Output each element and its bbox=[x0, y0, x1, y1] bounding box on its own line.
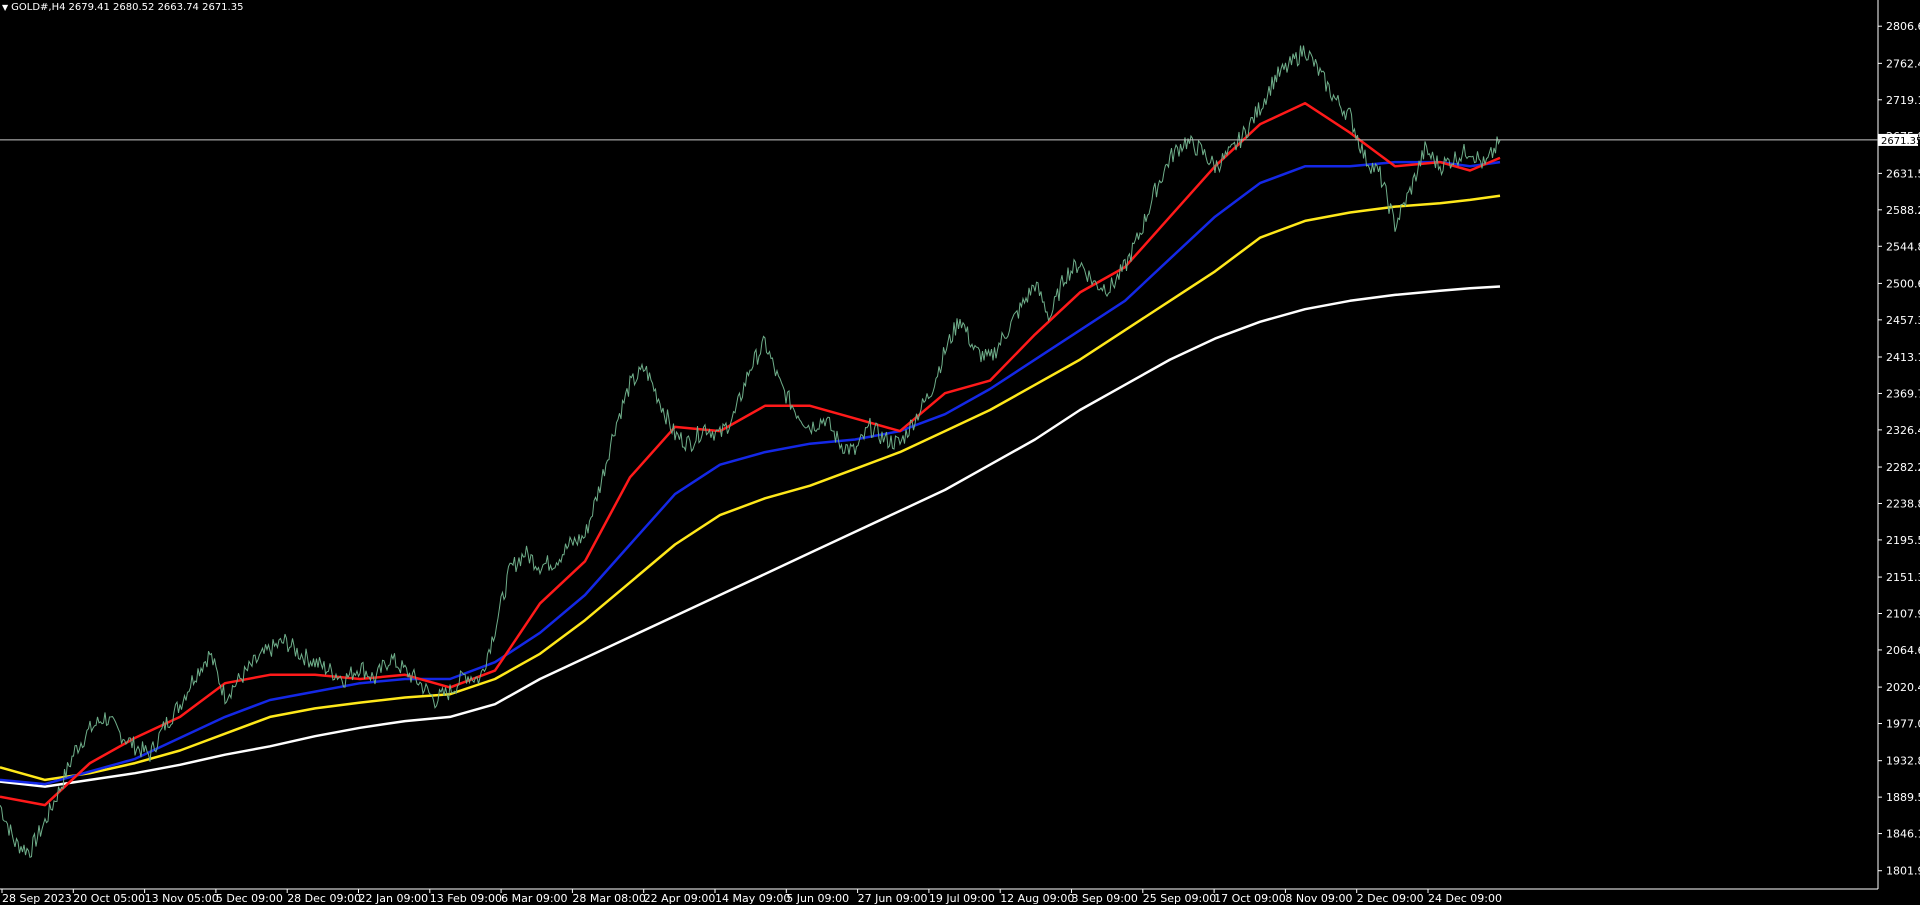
moving-average-line bbox=[0, 194, 1501, 782]
x-tick-label: 5 Dec 09:00 bbox=[216, 892, 283, 905]
y-tick-label: 2806.65 bbox=[1886, 20, 1920, 33]
y-tick-label: 2631.55 bbox=[1886, 167, 1920, 180]
time-axis: 28 Sep 2023 20 Oct 05:00 13 Nov 05:005 Dec… bbox=[0, 888, 1878, 905]
y-tick-label: 1801.95 bbox=[1886, 865, 1920, 878]
x-tick-label: 27 Jun 09:00 bbox=[858, 892, 928, 905]
x-tick-label: 28 Sep 2023 bbox=[2, 892, 72, 905]
x-tick-label: 20 Oct 05:00 bbox=[73, 892, 145, 905]
current-price-label: 2671.35 bbox=[1881, 136, 1920, 147]
y-tick-label: 2369.75 bbox=[1886, 387, 1920, 400]
x-tick-label: 13 Feb 09:00 bbox=[430, 892, 502, 905]
x-tick-label: 8 Nov 09:00 bbox=[1285, 892, 1352, 905]
x-tick-label: 2 Dec 09:00 bbox=[1357, 892, 1424, 905]
y-tick-label: 2195.50 bbox=[1886, 534, 1920, 547]
y-tick-label: 2020.40 bbox=[1886, 681, 1920, 694]
y-tick-label: 1846.15 bbox=[1886, 828, 1920, 841]
y-tick-label: 2238.85 bbox=[1886, 497, 1920, 510]
y-tick-label: 2107.95 bbox=[1886, 608, 1920, 621]
x-tick-label: 22 Apr 09:00 bbox=[644, 892, 716, 905]
moving-average-line bbox=[0, 160, 1501, 786]
moving-average-line bbox=[0, 285, 1501, 788]
x-tick-label: 25 Sep 09:00 bbox=[1143, 892, 1216, 905]
x-tick-label: 24 Dec 09:00 bbox=[1428, 892, 1502, 905]
x-tick-label: 14 May 09:00 bbox=[715, 892, 790, 905]
y-tick-label: 2457.30 bbox=[1886, 314, 1920, 327]
y-tick-label: 1889.50 bbox=[1886, 791, 1920, 804]
y-tick-label: 2544.85 bbox=[1886, 240, 1920, 253]
y-tick-label: 2282.20 bbox=[1886, 461, 1920, 474]
price-series bbox=[0, 45, 1501, 858]
x-tick-label: 22 Jan 09:00 bbox=[359, 892, 429, 905]
y-tick-label: 2500.65 bbox=[1886, 277, 1920, 290]
x-tick-label: 28 Mar 08:00 bbox=[572, 892, 645, 905]
y-tick-label: 1977.05 bbox=[1886, 718, 1920, 731]
y-tick-label: 1932.85 bbox=[1886, 755, 1920, 768]
x-tick-label: 17 Oct 09:00 bbox=[1214, 892, 1286, 905]
current-price-marker: 2671.35 bbox=[0, 133, 1920, 147]
y-tick-label: 2064.60 bbox=[1886, 644, 1920, 657]
y-tick-label: 2151.30 bbox=[1886, 571, 1920, 584]
price-axis: 2806.652762.452719.102675.802631.552588.… bbox=[1877, 0, 1920, 889]
x-tick-label: 28 Dec 09:00 bbox=[287, 892, 361, 905]
y-tick-label: 2326.40 bbox=[1886, 424, 1920, 437]
y-tick-label: 2719.10 bbox=[1886, 94, 1920, 107]
price-chart[interactable]: 2806.652762.452719.102675.802631.552588.… bbox=[0, 0, 1920, 905]
x-tick-label: 5 Jun 09:00 bbox=[786, 892, 849, 905]
price-line-group bbox=[0, 45, 1501, 858]
x-tick-label: 19 Jul 09:00 bbox=[929, 892, 995, 905]
y-tick-label: 2588.20 bbox=[1886, 204, 1920, 217]
x-tick-label: 3 Sep 09:00 bbox=[1072, 892, 1138, 905]
y-tick-label: 2762.45 bbox=[1886, 57, 1920, 70]
x-tick-label: 6 Mar 09:00 bbox=[501, 892, 567, 905]
x-tick-label: 13 Nov 05:00 bbox=[145, 892, 219, 905]
y-tick-label: 2413.10 bbox=[1886, 351, 1920, 364]
x-tick-label: 12 Aug 09:00 bbox=[1000, 892, 1074, 905]
